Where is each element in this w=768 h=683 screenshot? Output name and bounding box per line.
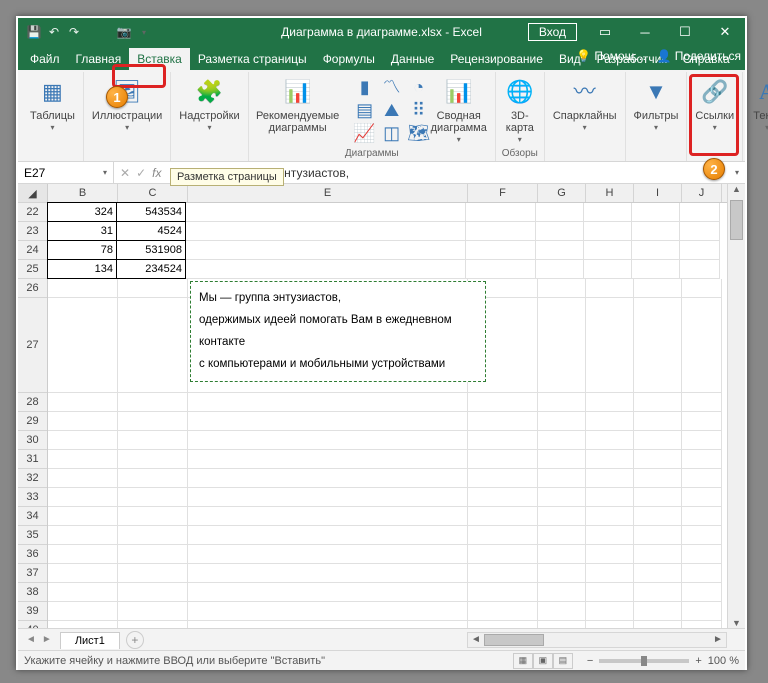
col-E[interactable]: E [188, 184, 468, 202]
textbox-object[interactable]: Мы — группа энтузиастов, одержимых идеей… [190, 281, 486, 382]
window-title: Диаграмма в диаграмме.xlsx - Excel [281, 25, 482, 39]
maximize-icon[interactable]: ☐ [665, 18, 705, 46]
callout-2: 2 [689, 74, 739, 156]
addins-button[interactable]: 🧩 Надстройки▾ [175, 74, 243, 135]
charts-group-label: Диаграммы [345, 147, 399, 161]
zoom-level[interactable]: 100 % [708, 655, 739, 667]
sparklines-button[interactable]: 〰 Спарклайны▾ [549, 74, 621, 135]
col-J[interactable]: J [682, 184, 722, 202]
tab-file[interactable]: Файл [22, 48, 68, 70]
qa-customize-icon[interactable]: ▾ [136, 24, 152, 40]
col-F[interactable]: F [468, 184, 538, 202]
minimize-icon[interactable]: ─ [625, 18, 665, 46]
add-sheet-button[interactable]: + [126, 631, 144, 649]
tab-formulas[interactable]: Формулы [315, 48, 383, 70]
vertical-scrollbar[interactable]: ▲ ▼ [727, 184, 745, 628]
col-G[interactable]: G [538, 184, 586, 202]
undo-icon[interactable]: ↶ [46, 24, 62, 40]
zoom-in-icon[interactable]: + [695, 655, 701, 667]
quick-access: 💾 ↶ ↷ 📷 ▾ [18, 24, 160, 40]
ribbon-display-icon[interactable]: ▭ [585, 18, 625, 46]
cancel-formula-icon[interactable]: ✕ [120, 166, 130, 180]
view-normal-icon[interactable]: ▦ [513, 653, 533, 669]
enter-formula-icon[interactable]: ✓ [136, 166, 146, 180]
grp-spark: 〰 Спарклайны▾ [545, 72, 626, 161]
textbox-line: контакте [199, 332, 477, 354]
tours-group-label: Обзоры [502, 147, 538, 161]
pivotchart-icon: 📊 [443, 76, 475, 108]
col-H[interactable]: H [586, 184, 634, 202]
camera-icon[interactable]: 📷 [116, 24, 132, 40]
redo-icon[interactable]: ↷ [66, 24, 82, 40]
textbox-line: одержимых идеей помогать Вам в ежедневно… [199, 310, 477, 332]
expand-formula-icon[interactable]: ▾ [735, 168, 745, 177]
save-icon[interactable]: 💾 [26, 24, 42, 40]
badge-1: 1 [106, 86, 128, 108]
globe-icon: 🌐 [504, 76, 536, 108]
tab-data[interactable]: Данные [383, 48, 442, 70]
excel-window: 💾 ↶ ↷ 📷 ▾ Диаграмма в диаграмме.xlsx - E… [16, 16, 747, 670]
grp-tables: ▦ Таблицы▾ [22, 72, 84, 161]
filter-icon: ▼ [640, 76, 672, 108]
col-C[interactable]: C [118, 184, 188, 202]
rec-charts-button[interactable]: 📊 Рекомендуемые диаграммы [253, 74, 343, 136]
tell-me[interactable]: 💡 Помощ… [576, 49, 646, 63]
textbox-line: с компьютерами и мобильными устройствами [199, 354, 477, 376]
row-headers: ◢ 22232425262728293031323334353637383940… [18, 184, 48, 628]
3dmap-button[interactable]: 🌐 3D- карта▾ [500, 74, 540, 147]
sheet-nav[interactable]: ◄► [18, 634, 60, 645]
v-thumb[interactable] [730, 200, 743, 240]
horizontal-scrollbar[interactable]: ◄ ► [467, 632, 727, 648]
filters-button[interactable]: ▼ Фильтры▾ [630, 74, 683, 135]
fx-icon[interactable]: fx [152, 166, 161, 180]
name-box[interactable]: E27▾ [18, 162, 114, 183]
zoom-slider[interactable] [599, 659, 689, 663]
close-icon[interactable]: ✕ [705, 18, 745, 46]
grp-charts: 📊 Рекомендуемые диаграммы ▮ 〽 ◔ ▤ ⛰ ⠿ 📈 … [249, 72, 496, 161]
sheet-tab[interactable]: Лист1 [60, 632, 120, 649]
formula-bar: E27▾ ✕ ✓ fx … — группа энтузиастов, ▾ [18, 162, 745, 184]
grp-tours: 🌐 3D- карта▾ Обзоры [496, 72, 545, 161]
grp-addins: 🧩 Надстройки▾ [171, 72, 248, 161]
tab-pagelayout[interactable]: Разметка страницы [190, 48, 315, 70]
worksheet[interactable]: ◢ 22232425262728293031323334353637383940… [18, 184, 745, 628]
grp-filters: ▼ Фильтры▾ [626, 72, 688, 161]
textbox-line: Мы — группа энтузиастов, [199, 288, 477, 310]
share-button[interactable]: 👤 Поделиться [656, 49, 741, 63]
grp-text: A Текст▾ [743, 72, 768, 161]
chart-rec-icon: 📊 [282, 76, 314, 108]
titlebar: 💾 ↶ ↷ 📷 ▾ Диаграмма в диаграмме.xlsx - E… [18, 18, 745, 46]
sparkline-icon: 〰 [569, 76, 601, 108]
share-area: 💡 Помощ… 👤 Поделиться [576, 49, 741, 63]
store-icon: 🧩 [193, 76, 225, 108]
tab-review[interactable]: Рецензирование [442, 48, 551, 70]
grid-body[interactable]: 32454353431452478531908134234524 [48, 203, 727, 628]
status-bar: Укажите ячейку и нажмите ВВОД или выбери… [18, 650, 745, 670]
badge-2: 2 [703, 158, 725, 180]
window-controls: Вход ▭ ─ ☐ ✕ [528, 18, 745, 46]
status-text: Укажите ячейку и нажмите ВВОД или выбери… [24, 655, 325, 667]
table-icon: ▦ [36, 76, 68, 108]
zoom-out-icon[interactable]: − [587, 655, 593, 667]
select-all[interactable]: ◢ [18, 184, 47, 203]
sheet-tab-bar: ◄► Лист1 + ◄ ► [18, 628, 745, 650]
col-I[interactable]: I [634, 184, 682, 202]
pivotchart-button[interactable]: 📊 Сводная диаграмма▾ [427, 74, 491, 147]
text-button[interactable]: A Текст▾ [747, 74, 768, 135]
tables-button[interactable]: ▦ Таблицы▾ [26, 74, 79, 135]
view-break-icon[interactable]: ▤ [553, 653, 573, 669]
callout-1: 1 [112, 64, 166, 88]
col-headers: B C E F G H I J [48, 184, 727, 203]
view-page-icon[interactable]: ▣ [533, 653, 553, 669]
tooltip: Разметка страницы [170, 168, 284, 186]
textbox-icon: A [751, 76, 768, 108]
col-B[interactable]: B [48, 184, 118, 202]
h-thumb[interactable] [484, 634, 544, 646]
login-button[interactable]: Вход [528, 23, 577, 41]
